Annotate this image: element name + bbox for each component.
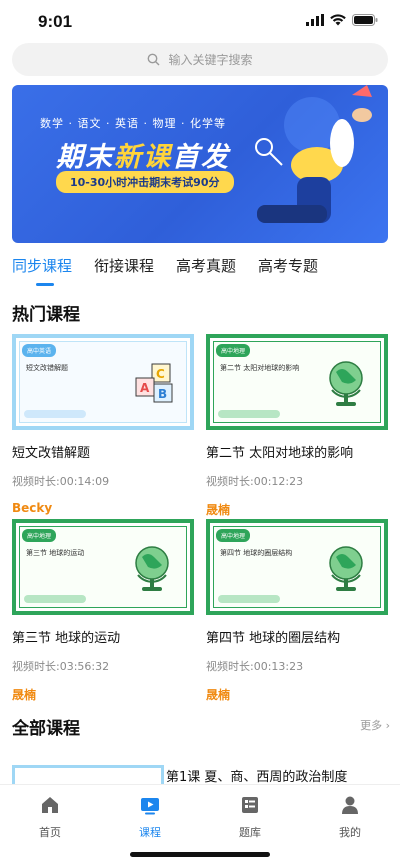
course-duration: 视频时长:03:56:32 xyxy=(12,660,110,673)
tab-bridge-course[interactable]: 衔接课程 xyxy=(94,255,154,276)
course-duration: 视频时长:00:12:23 xyxy=(206,475,304,488)
thumbnail-footer xyxy=(218,410,280,418)
course-name: 第三节 地球的运动 xyxy=(12,631,121,646)
svg-text:A: A xyxy=(140,381,150,395)
signal-icon xyxy=(306,14,324,26)
tabbar-question-bank[interactable]: 题库 xyxy=(220,795,280,840)
course-thumbnail: 高中地理 第四节 地球的圈层结构 xyxy=(206,519,388,615)
course-tag: 高中地理 xyxy=(22,529,57,542)
tabbar-course[interactable]: 课程 xyxy=(120,795,180,840)
course-card[interactable]: 高中地理 第二节 太阳对地球的影响 第二节 太阳对地球的影响 视频时长:00:1… xyxy=(206,334,388,518)
globe-icon xyxy=(329,546,363,591)
tabbar-label: 首页 xyxy=(39,826,61,839)
course-duration: 视频时长:00:14:09 xyxy=(12,475,110,488)
tabbar-label: 我的 xyxy=(339,826,361,839)
all-courses-title: 全部课程 xyxy=(12,719,80,739)
status-time: 9:01 xyxy=(38,12,73,31)
question-bank-icon xyxy=(242,797,258,813)
course-card[interactable]: 高中英语 短文改错解题 C A B 短文改错解题 视频时长:00:14:09 B… xyxy=(12,334,194,515)
course-teacher: Becky xyxy=(12,501,53,515)
wifi-icon xyxy=(330,14,346,26)
search-placeholder: 输入关键字搜索 xyxy=(168,53,253,67)
search-input[interactable]: 输入关键字搜索 xyxy=(12,43,388,76)
status-icons xyxy=(306,14,378,26)
list-course-title[interactable]: 第1课 夏、商、西周的政治制度 xyxy=(166,766,347,785)
tab-gaokao-topic[interactable]: 高考专题 xyxy=(258,255,318,276)
course-card[interactable]: 高中地理 第四节 地球的圈层结构 第四节 地球的圈层结构 视频时长:00:13:… xyxy=(206,519,388,703)
banner-illustration xyxy=(255,85,372,223)
tabbar-profile[interactable]: 我的 xyxy=(320,795,380,840)
course-tag: 高中英语 xyxy=(22,344,57,357)
tabbar-label: 课程 xyxy=(139,826,161,839)
globe-icon xyxy=(135,546,169,591)
thumbnail-footer xyxy=(24,595,86,603)
tab-gaokao-real[interactable]: 高考真题 xyxy=(176,255,236,276)
thumbnail-title: 第四节 地球的圈层结构 xyxy=(220,549,293,557)
course-thumbnail: 高中地理 第三节 地球的运动 xyxy=(12,519,194,615)
course-teacher: 晟楠 xyxy=(206,688,231,702)
course-thumbnail: 高中地理 第二节 太阳对地球的影响 xyxy=(206,334,388,430)
thumbnail-footer xyxy=(24,410,86,418)
tabbar-home[interactable]: 首页 xyxy=(20,795,80,840)
status-bar: 9:01 xyxy=(0,0,400,44)
course-icon xyxy=(141,798,159,815)
globe-icon xyxy=(329,361,363,406)
course-name: 第四节 地球的圈层结构 xyxy=(206,631,341,646)
course-tag: 高中地理 xyxy=(216,529,251,542)
search-icon xyxy=(148,53,160,66)
battery-icon xyxy=(352,14,378,26)
hot-courses-title: 热门课程 xyxy=(12,305,80,325)
abc-blocks-icon: C A B xyxy=(135,363,173,403)
more-link[interactable]: 更多 › xyxy=(360,717,390,733)
course-name: 短文改错解题 xyxy=(12,446,91,461)
course-teacher: 晟楠 xyxy=(12,688,37,702)
thumbnail-title: 短文改错解题 xyxy=(26,364,68,372)
course-card[interactable]: 高中地理 第三节 地球的运动 第三节 地球的运动 视频时长:03:56:32 晟… xyxy=(12,519,194,703)
course-duration: 视频时长:00:13:23 xyxy=(206,660,304,673)
home-icon xyxy=(42,797,58,813)
profile-icon xyxy=(342,796,358,814)
course-teacher: 晟楠 xyxy=(206,503,231,517)
course-name: 第二节 太阳对地球的影响 xyxy=(206,446,354,461)
svg-text:B: B xyxy=(158,387,167,401)
thumbnail-footer xyxy=(218,595,280,603)
course-tabs: 同步课程 衔接课程 高考真题 高考专题 xyxy=(12,255,388,286)
thumbnail-title: 第二节 太阳对地球的影响 xyxy=(220,364,300,372)
promo-banner[interactable]: 数学 · 语文 · 英语 · 物理 · 化学等 期末新课首发 10-30小时冲击… xyxy=(12,85,388,243)
thumbnail-title: 第三节 地球的运动 xyxy=(26,549,85,557)
svg-text:C: C xyxy=(156,367,165,381)
course-tag: 高中地理 xyxy=(216,344,251,357)
tab-sync-course[interactable]: 同步课程 xyxy=(12,255,72,276)
active-tab-indicator xyxy=(36,283,54,286)
course-thumbnail: 高中英语 短文改错解题 C A B xyxy=(12,334,194,430)
tabbar-label: 题库 xyxy=(239,826,261,839)
home-indicator xyxy=(130,852,270,857)
